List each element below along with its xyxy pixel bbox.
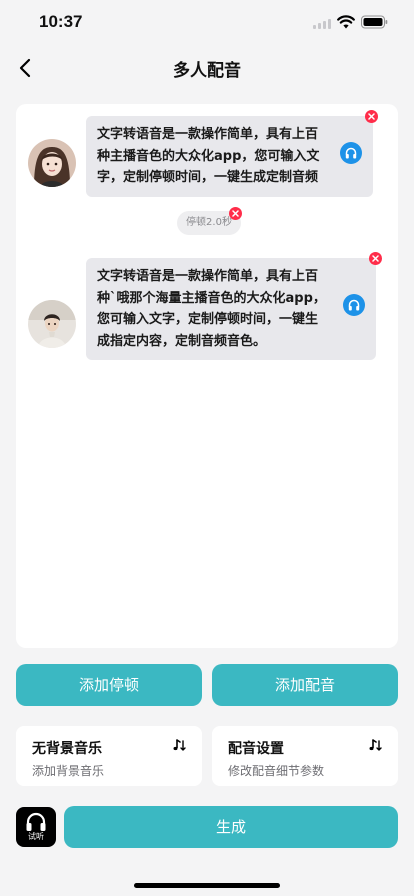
voice-segment-2[interactable]: 文字转语音是一款操作简单，具有上百 种`哦那个海量主播音色的大众化app， 您可… (86, 258, 376, 360)
avatar-male-image (28, 300, 76, 348)
segment-list: 文字转语音是一款操作简单，具有上百 种主播音色的大众化app，您可输入文 字，定… (16, 104, 398, 648)
page-title: 多人配音 (173, 61, 241, 81)
segment-text[interactable]: 文字转语音是一款操作简单，具有上百 种`哦那个海量主播音色的大众化app， 您可… (97, 266, 330, 352)
battery-icon (361, 15, 388, 29)
segment-listen-button[interactable] (343, 294, 365, 316)
segment-text[interactable]: 文字转语音是一款操作简单，具有上百 种主播音色的大众化app，您可输入文 字，定… (97, 124, 327, 189)
voice-segment-1[interactable]: 文字转语音是一款操作简单，具有上百 种主播音色的大众化app，您可输入文 字，定… (86, 116, 373, 197)
music-note-icon (369, 739, 382, 751)
avatar-female-image (28, 139, 76, 187)
music-note-icon (173, 739, 186, 751)
trial-label: 试听 (28, 832, 44, 841)
add-voice-button[interactable]: 添加配音 (212, 664, 398, 706)
option-title: 配音设置 (228, 741, 284, 757)
headphones-icon (26, 812, 46, 831)
segment-delete-button[interactable] (365, 110, 378, 123)
headphones-icon (345, 147, 357, 159)
status-bar: 10:37 (0, 0, 414, 46)
avatar-male[interactable] (28, 300, 76, 348)
home-indicator (134, 883, 280, 888)
background-music-option[interactable]: 无背景音乐 添加背景音乐 (16, 726, 202, 786)
close-icon (232, 210, 239, 217)
voice-settings-option[interactable]: 配音设置 修改配音细节参数 (212, 726, 398, 786)
generate-button[interactable]: 生成 (64, 806, 398, 848)
nav-bar: 多人配音 (0, 46, 414, 90)
add-pause-button[interactable]: 添加停顿 (16, 664, 202, 706)
option-subtitle: 添加背景音乐 (32, 764, 105, 778)
option-title: 无背景音乐 (32, 741, 102, 757)
segment-listen-button[interactable] (340, 142, 362, 164)
wifi-icon (337, 15, 355, 29)
close-icon (368, 113, 375, 120)
pause-delete-button[interactable] (229, 207, 242, 220)
headphones-icon (348, 299, 360, 311)
trial-listen-button[interactable]: 试听 (16, 807, 56, 847)
option-subtitle: 修改配音细节参数 (228, 764, 325, 778)
cellular-signal-icon (313, 19, 331, 29)
avatar-female[interactable] (28, 139, 76, 187)
segment-delete-button[interactable] (369, 252, 382, 265)
status-time: 10:37 (39, 12, 83, 31)
close-icon (372, 255, 379, 262)
